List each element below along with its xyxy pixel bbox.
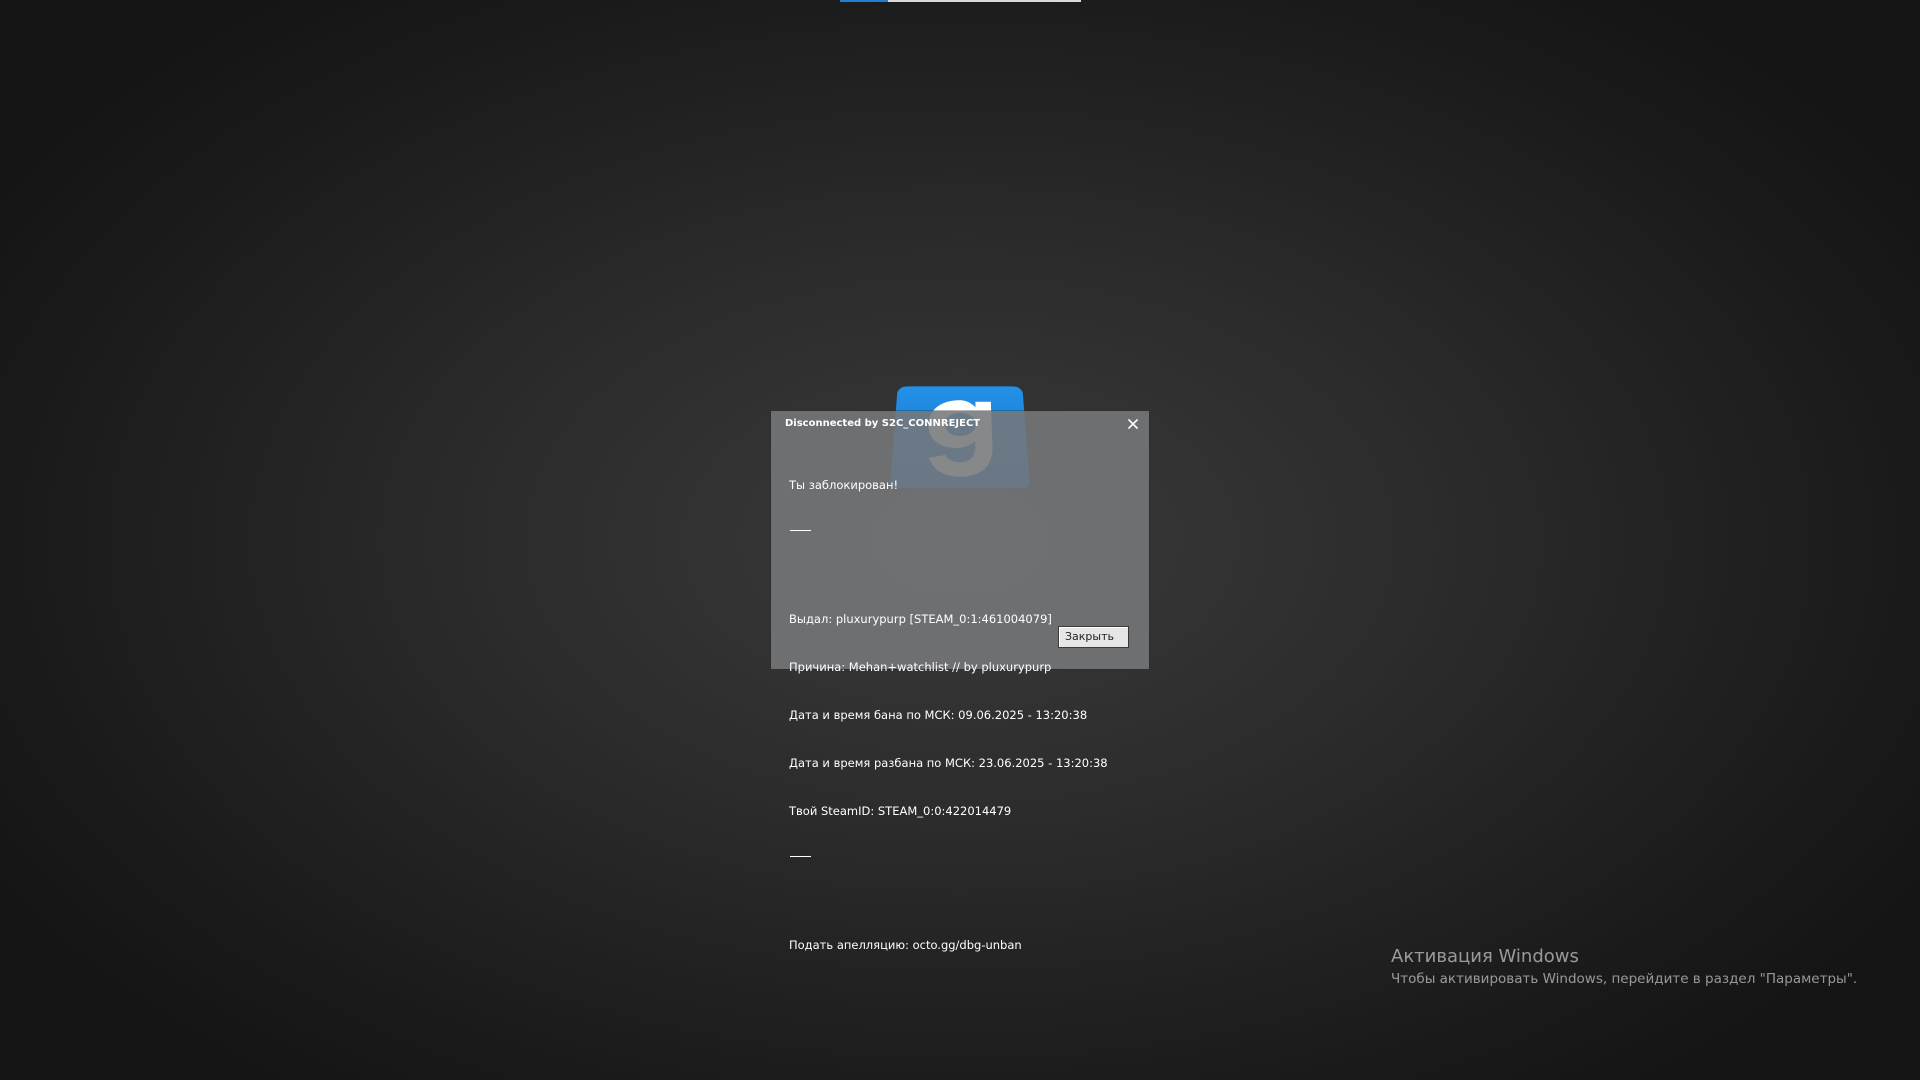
windows-activation-watermark: Активация Windows Чтобы активировать Win…: [1391, 945, 1857, 989]
dialog-title: Disconnected by S2C_CONNREJECT: [785, 418, 981, 429]
loading-progress-bar: [840, 0, 1081, 2]
ban-date-text: Дата и время бана по МСК: 09.06.2025 - 1…: [789, 708, 1088, 722]
watermark-subtitle: Чтобы активировать Windows, перейдите в …: [1391, 971, 1858, 987]
steam-id-text: Твой SteamID: STEAM_0:0:422014479: [789, 804, 1012, 818]
separator: [789, 525, 1108, 536]
appeal-text: Подать апелляцию: octo.gg/dbg-unban: [789, 938, 1022, 952]
separator: [789, 851, 1108, 862]
reason-text: Причина: Mehan+watchlist // by pluxurypu…: [789, 660, 1052, 674]
dialog-message: Ты заблокирован! Выдал: pluxurypurp [STE…: [789, 445, 1108, 985]
unban-date-text: Дата и время разбана по МСК: 23.06.2025 …: [789, 756, 1108, 770]
close-icon[interactable]: [1126, 416, 1140, 430]
issued-by-text: Выдал: pluxurypurp [STEAM_0:1:461004079]: [789, 612, 1052, 626]
ban-header: Ты заблокирован!: [789, 478, 899, 492]
watermark-title: Активация Windows: [1391, 946, 1579, 967]
disconnect-dialog: Disconnected by S2C_CONNREJECT Ты заблок…: [771, 411, 1149, 952]
close-button[interactable]: Закрыть: [1058, 626, 1129, 648]
loading-progress-fill: [840, 0, 889, 2]
